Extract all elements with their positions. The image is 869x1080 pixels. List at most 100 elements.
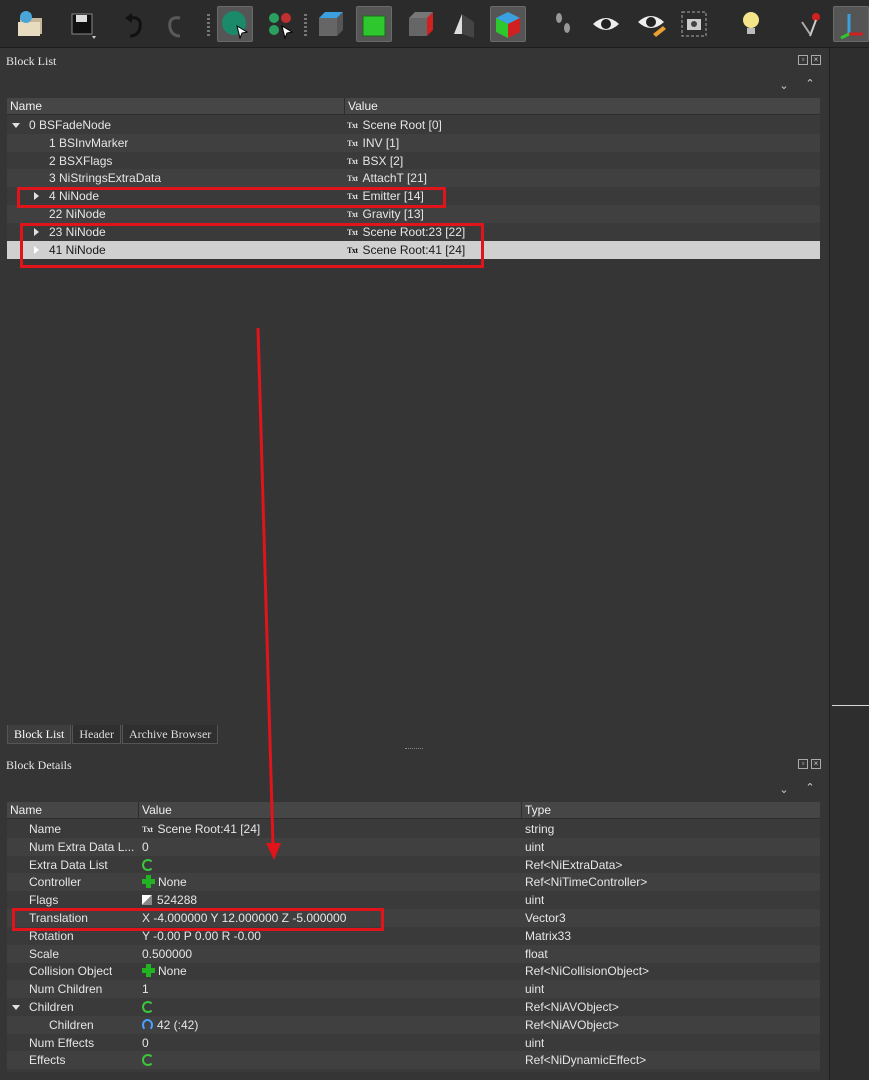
expand-arrow-icon[interactable] <box>34 227 39 236</box>
detail-type: uint <box>525 893 545 908</box>
tab-archive-browser[interactable]: Archive Browser <box>121 725 219 744</box>
screenshot-icon[interactable] <box>676 6 712 42</box>
load-icon[interactable] <box>12 6 48 42</box>
detail-row[interactable]: Num Children 1 uint <box>7 980 820 999</box>
column-header-value[interactable]: Value <box>345 98 820 115</box>
add-icon <box>142 875 155 889</box>
undo-icon[interactable] <box>116 6 152 42</box>
close-icon[interactable]: × <box>811 55 821 65</box>
table-row[interactable]: 1 BSInvMarker Txt INV [1] <box>7 133 820 152</box>
detail-value[interactable]: 42 (:42) <box>142 1016 198 1034</box>
block-details-window-buttons: ▫ × <box>798 759 821 769</box>
detail-row[interactable]: Flags 524288 uint <box>7 891 820 909</box>
table-row[interactable]: 23 NiNode Txt Scene Root:23 [22] <box>7 223 820 241</box>
table-row[interactable]: 3 NiStringsExtraData Txt AttachT [21] <box>7 169 820 188</box>
redo-icon[interactable] <box>158 6 194 42</box>
close-icon[interactable]: × <box>811 759 821 769</box>
detail-value[interactable]: None <box>142 962 187 980</box>
block-details-header: Name Value Type <box>7 802 820 819</box>
pin-icon[interactable] <box>794 6 830 42</box>
refresh-icon <box>142 858 154 871</box>
detail-name: Controller <box>29 875 82 890</box>
detail-value[interactable] <box>142 998 158 1016</box>
tab-block-list[interactable]: Block List <box>7 725 72 744</box>
detail-type: Ref<NiAVObject> <box>525 1017 619 1032</box>
detail-type: Matrix33 <box>525 928 572 943</box>
column-header-name[interactable]: Name <box>7 802 139 819</box>
detail-row[interactable]: Effects Ref<NiDynamicEffect> <box>7 1051 820 1070</box>
detail-value[interactable]: Txt Scene Root:41 [24] <box>142 820 260 838</box>
select-object-icon[interactable] <box>217 6 253 42</box>
detail-row[interactable]: Num Effects 0 uint <box>7 1034 820 1052</box>
expand-arrow-icon[interactable] <box>34 192 39 201</box>
detail-row[interactable]: Num Extra Data L... 0 uint <box>7 837 820 856</box>
table-row[interactable]: 41 NiNode Txt Scene Root:41 [24] <box>7 240 820 259</box>
detail-row[interactable]: Scale 0.500000 float <box>7 944 820 963</box>
eye-icon[interactable] <box>588 6 624 42</box>
detail-value[interactable]: 0 <box>142 1034 149 1052</box>
view-side-icon[interactable] <box>402 6 438 42</box>
detail-value[interactable] <box>142 1051 158 1069</box>
detail-value[interactable]: 524288 <box>142 891 197 909</box>
detail-value[interactable]: 0.500000 <box>142 945 192 963</box>
detail-row[interactable]: Name Txt Scene Root:41 [24] string <box>7 820 820 838</box>
detail-row[interactable]: Rotation Y -0.00 P 0.00 R -0.00 Matrix33 <box>7 927 820 945</box>
block-list-table: Name Value 0 BSFadeNode Txt Scene Root [0]… <box>7 98 820 259</box>
toolbar-grip[interactable] <box>207 14 210 36</box>
column-header-name[interactable]: Name <box>7 98 345 115</box>
detail-row[interactable]: Collision Object None Ref<NiCollisionObjec… <box>7 962 820 980</box>
table-row[interactable]: 22 NiNode Txt Gravity [13] <box>7 205 820 223</box>
expand-all-icon[interactable]: ⌃ <box>804 782 816 794</box>
text-type-icon: Txt <box>347 192 358 202</box>
row-name: 4 NiNode <box>49 189 100 204</box>
detail-name: Num Extra Data L... <box>29 839 135 854</box>
detail-row[interactable]: Children Ref<NiAVObject> <box>7 998 820 1016</box>
collapse-all-icon[interactable]: ⌄ <box>778 784 790 796</box>
detail-value[interactable] <box>142 856 158 874</box>
detail-value[interactable]: X -4.000000 Y 12.000000 Z -5.000000 <box>142 909 346 927</box>
detail-value[interactable]: 0 <box>142 838 149 856</box>
row-name: 3 NiStringsExtraData <box>49 171 162 186</box>
detail-row[interactable]: Children 42 (:42) Ref<NiAVObject> <box>7 1015 820 1034</box>
view-user-icon[interactable] <box>490 6 526 42</box>
collapse-arrow-icon[interactable] <box>12 1005 20 1010</box>
float-icon[interactable]: ▫ <box>798 759 808 769</box>
detail-row[interactable]: Controller None Ref<NiTimeController> <box>7 873 820 892</box>
expand-arrow-icon[interactable] <box>34 245 39 254</box>
detail-value[interactable]: Y -0.00 P 0.00 R -0.00 <box>142 927 261 945</box>
column-header-value[interactable]: Value <box>139 802 522 819</box>
lightbulb-icon[interactable] <box>733 6 769 42</box>
detail-value-text: X -4.000000 Y 12.000000 Z -5.000000 <box>142 911 347 925</box>
tab-header[interactable]: Header <box>72 725 121 744</box>
panel-splitter[interactable] <box>405 748 423 751</box>
row-name: 23 NiNode <box>49 224 106 239</box>
text-type-icon: Txt <box>347 227 358 237</box>
detail-row[interactable]: Extra Data List Ref<NiExtraData> <box>7 856 820 874</box>
view-walk-icon[interactable] <box>446 6 482 42</box>
row-name: 41 NiNode <box>49 242 106 257</box>
bottom-tab-bar: Block List Header Archive Browser <box>7 725 219 745</box>
float-icon[interactable]: ▫ <box>798 55 808 65</box>
table-row[interactable]: 4 NiNode Txt Emitter [14] <box>7 187 820 205</box>
block-details-panel: Block Details ▫ × ⌄ ⌃ Name Value Type Nam… <box>0 752 829 1080</box>
collapse-all-icon[interactable]: ⌄ <box>778 80 790 92</box>
column-header-type[interactable]: Type <box>522 802 820 819</box>
eye-edit-icon[interactable] <box>633 6 669 42</box>
toolbar-grip-2[interactable] <box>304 14 307 36</box>
detail-row[interactable]: Translation X -4.000000 Y 12.000000 Z -5.… <box>7 909 820 927</box>
save-icon[interactable] <box>64 6 100 42</box>
detail-name: Rotation <box>29 928 74 943</box>
detail-type: Vector3 <box>525 911 566 925</box>
detail-value[interactable]: None <box>142 873 187 891</box>
detail-value[interactable]: 1 <box>142 980 149 998</box>
view-top-icon[interactable] <box>312 6 348 42</box>
collapse-arrow-icon[interactable] <box>12 123 20 128</box>
table-row[interactable]: 2 BSXFlags Txt BSX [2] <box>7 152 820 170</box>
expand-all-icon[interactable]: ⌃ <box>804 78 816 90</box>
select-vertex-icon[interactable] <box>262 6 298 42</box>
view-front-icon[interactable] <box>356 6 392 42</box>
footprints-icon[interactable] <box>545 6 581 42</box>
table-row[interactable]: 0 BSFadeNode Txt Scene Root [0] <box>7 116 820 134</box>
axes-icon[interactable] <box>833 6 869 42</box>
detail-value-text: 1 <box>142 982 149 997</box>
